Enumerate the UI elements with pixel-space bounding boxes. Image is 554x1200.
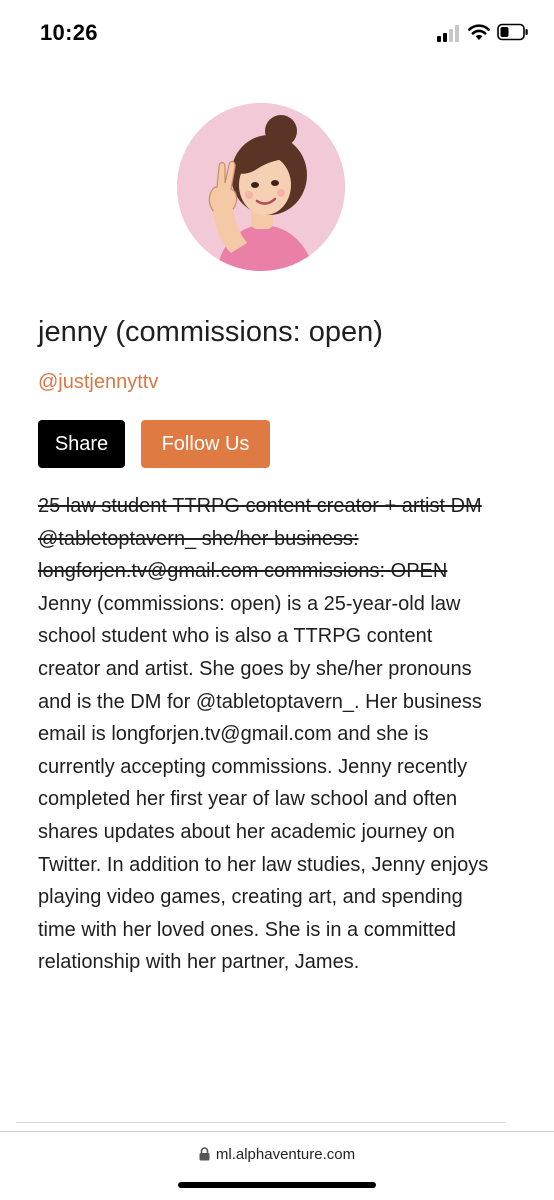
follow-button[interactable]: Follow Us	[141, 420, 270, 468]
content-divider	[16, 1122, 506, 1123]
share-button[interactable]: Share	[38, 420, 125, 468]
bio-description: Jenny (commissions: open) is a 25-year-o…	[38, 592, 489, 974]
cellular-signal-icon	[437, 24, 461, 42]
profile-handle[interactable]: @justjennyttv	[38, 371, 158, 394]
avatar-illustration-icon	[177, 103, 345, 271]
bio: 25 law student TTRPG content creator + a…	[38, 490, 498, 979]
status-time: 10:26	[40, 20, 98, 45]
wifi-icon	[468, 24, 490, 40]
status-bar: 10:26	[0, 0, 554, 64]
address-bar[interactable]: ml.alphaventure.com	[0, 1146, 554, 1163]
avatar	[177, 103, 345, 271]
battery-icon	[497, 23, 528, 41]
lock-icon	[199, 1147, 210, 1161]
url-text: ml.alphaventure.com	[215, 1146, 356, 1163]
toolbar-divider	[0, 1131, 554, 1132]
display-name: jenny (commissions: open)	[38, 316, 383, 348]
home-indicator[interactable]	[178, 1182, 376, 1188]
bio-struck-text: 25 law student TTRPG content creator + a…	[38, 495, 482, 583]
